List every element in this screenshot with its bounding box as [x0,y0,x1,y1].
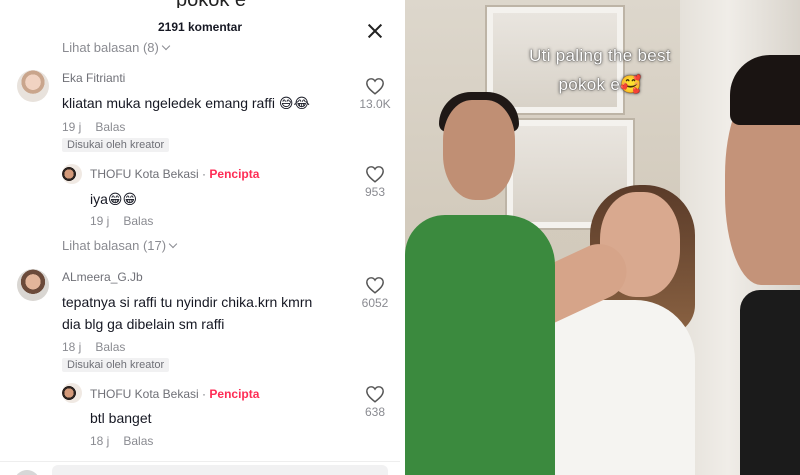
reply-button[interactable]: Balas [123,214,153,228]
previous-caption-strip: pokok e [150,0,260,8]
comment-meta: 18 j Balas [62,340,125,354]
view-replies-link[interactable]: Lihat balasan (8) [62,40,171,55]
close-icon[interactable] [364,21,386,43]
reply-username-row: THOFU Kota Bekasi · Pencipta [90,167,259,181]
comment-text-line-1: tepatnya si raffi tu nyindir chika.krn k… [62,294,313,310]
view-replies-label: Lihat balasan (17) [62,238,167,253]
avatar[interactable] [62,383,82,403]
comments-count-title: 2191 komentar [157,20,243,34]
view-replies-label: Lihat balasan (8) [62,40,159,55]
comment-time: 18 j [62,340,82,354]
liked-by-creator-badge: Disukai oleh kreator [62,358,170,372]
man-right [740,290,800,475]
comment-input[interactable] [52,465,388,475]
reply-time: 19 j [90,214,110,228]
reply-meta: 18 j Balas [90,434,153,448]
heart-icon[interactable] [365,165,385,183]
reply-text: iya😁😁 [90,191,138,207]
reply-text: btl banget [90,410,152,426]
comments-panel: pokok e 2191 komentar Lihat balasan (8) … [0,0,400,475]
reply-username[interactable]: THOFU Kota Bekasi [90,387,199,401]
video-caption-line-1: Uti paling the best [529,46,671,65]
chevron-down-icon [161,41,171,50]
heart-icon[interactable] [365,276,385,294]
man-green-shirt [443,100,515,200]
reply-meta: 19 j Balas [90,214,153,228]
chevron-down-icon [168,239,178,248]
comment-text: kliatan muka ngeledek emang raffi 😅😂 [62,95,310,111]
reply-button[interactable]: Balas [95,120,125,134]
like-count: 953 [364,185,386,199]
like-button[interactable]: 13.0K [355,77,395,111]
man-green-shirt [405,215,555,475]
separator-dot: · [202,167,207,181]
comment-username[interactable]: ALmeera_G.Jb [62,270,143,284]
like-button[interactable]: 6052 [355,276,395,310]
comment-text-line-2: dia blg ga dibelain sm raffi [62,316,225,332]
like-button[interactable]: 638 [355,385,395,419]
reply-button[interactable]: Balas [123,434,153,448]
like-count: 6052 [361,296,389,310]
reply-username[interactable]: THOFU Kota Bekasi [90,167,199,181]
video-caption-line-2: pokok e🥰 [558,75,642,94]
comment-time: 19 j [62,120,82,134]
comment-username[interactable]: Eka Fitrianti [62,71,125,85]
separator-dot: · [202,387,207,401]
video-frame: Uti paling the best pokok e🥰 [405,0,800,475]
comment-meta: 19 j Balas [62,120,125,134]
reply-time: 18 j [90,434,110,448]
reply-username-row: THOFU Kota Bekasi · Pencipta [90,387,259,401]
avatar[interactable] [17,269,49,301]
liked-by-creator-badge: Disukai oleh kreator [62,138,170,152]
view-replies-link[interactable]: Lihat balasan (17) [62,238,178,253]
avatar[interactable] [17,70,49,102]
reply-button[interactable]: Balas [95,340,125,354]
heart-icon[interactable] [365,385,385,403]
heart-icon[interactable] [365,77,385,95]
like-count: 638 [364,405,386,419]
like-count: 13.0K [359,97,391,111]
avatar[interactable] [62,164,82,184]
creator-label: Pencipta [209,387,260,401]
creator-label: Pencipta [209,167,260,181]
previous-caption-text: pokok e [176,0,246,8]
like-button[interactable]: 953 [355,165,395,199]
